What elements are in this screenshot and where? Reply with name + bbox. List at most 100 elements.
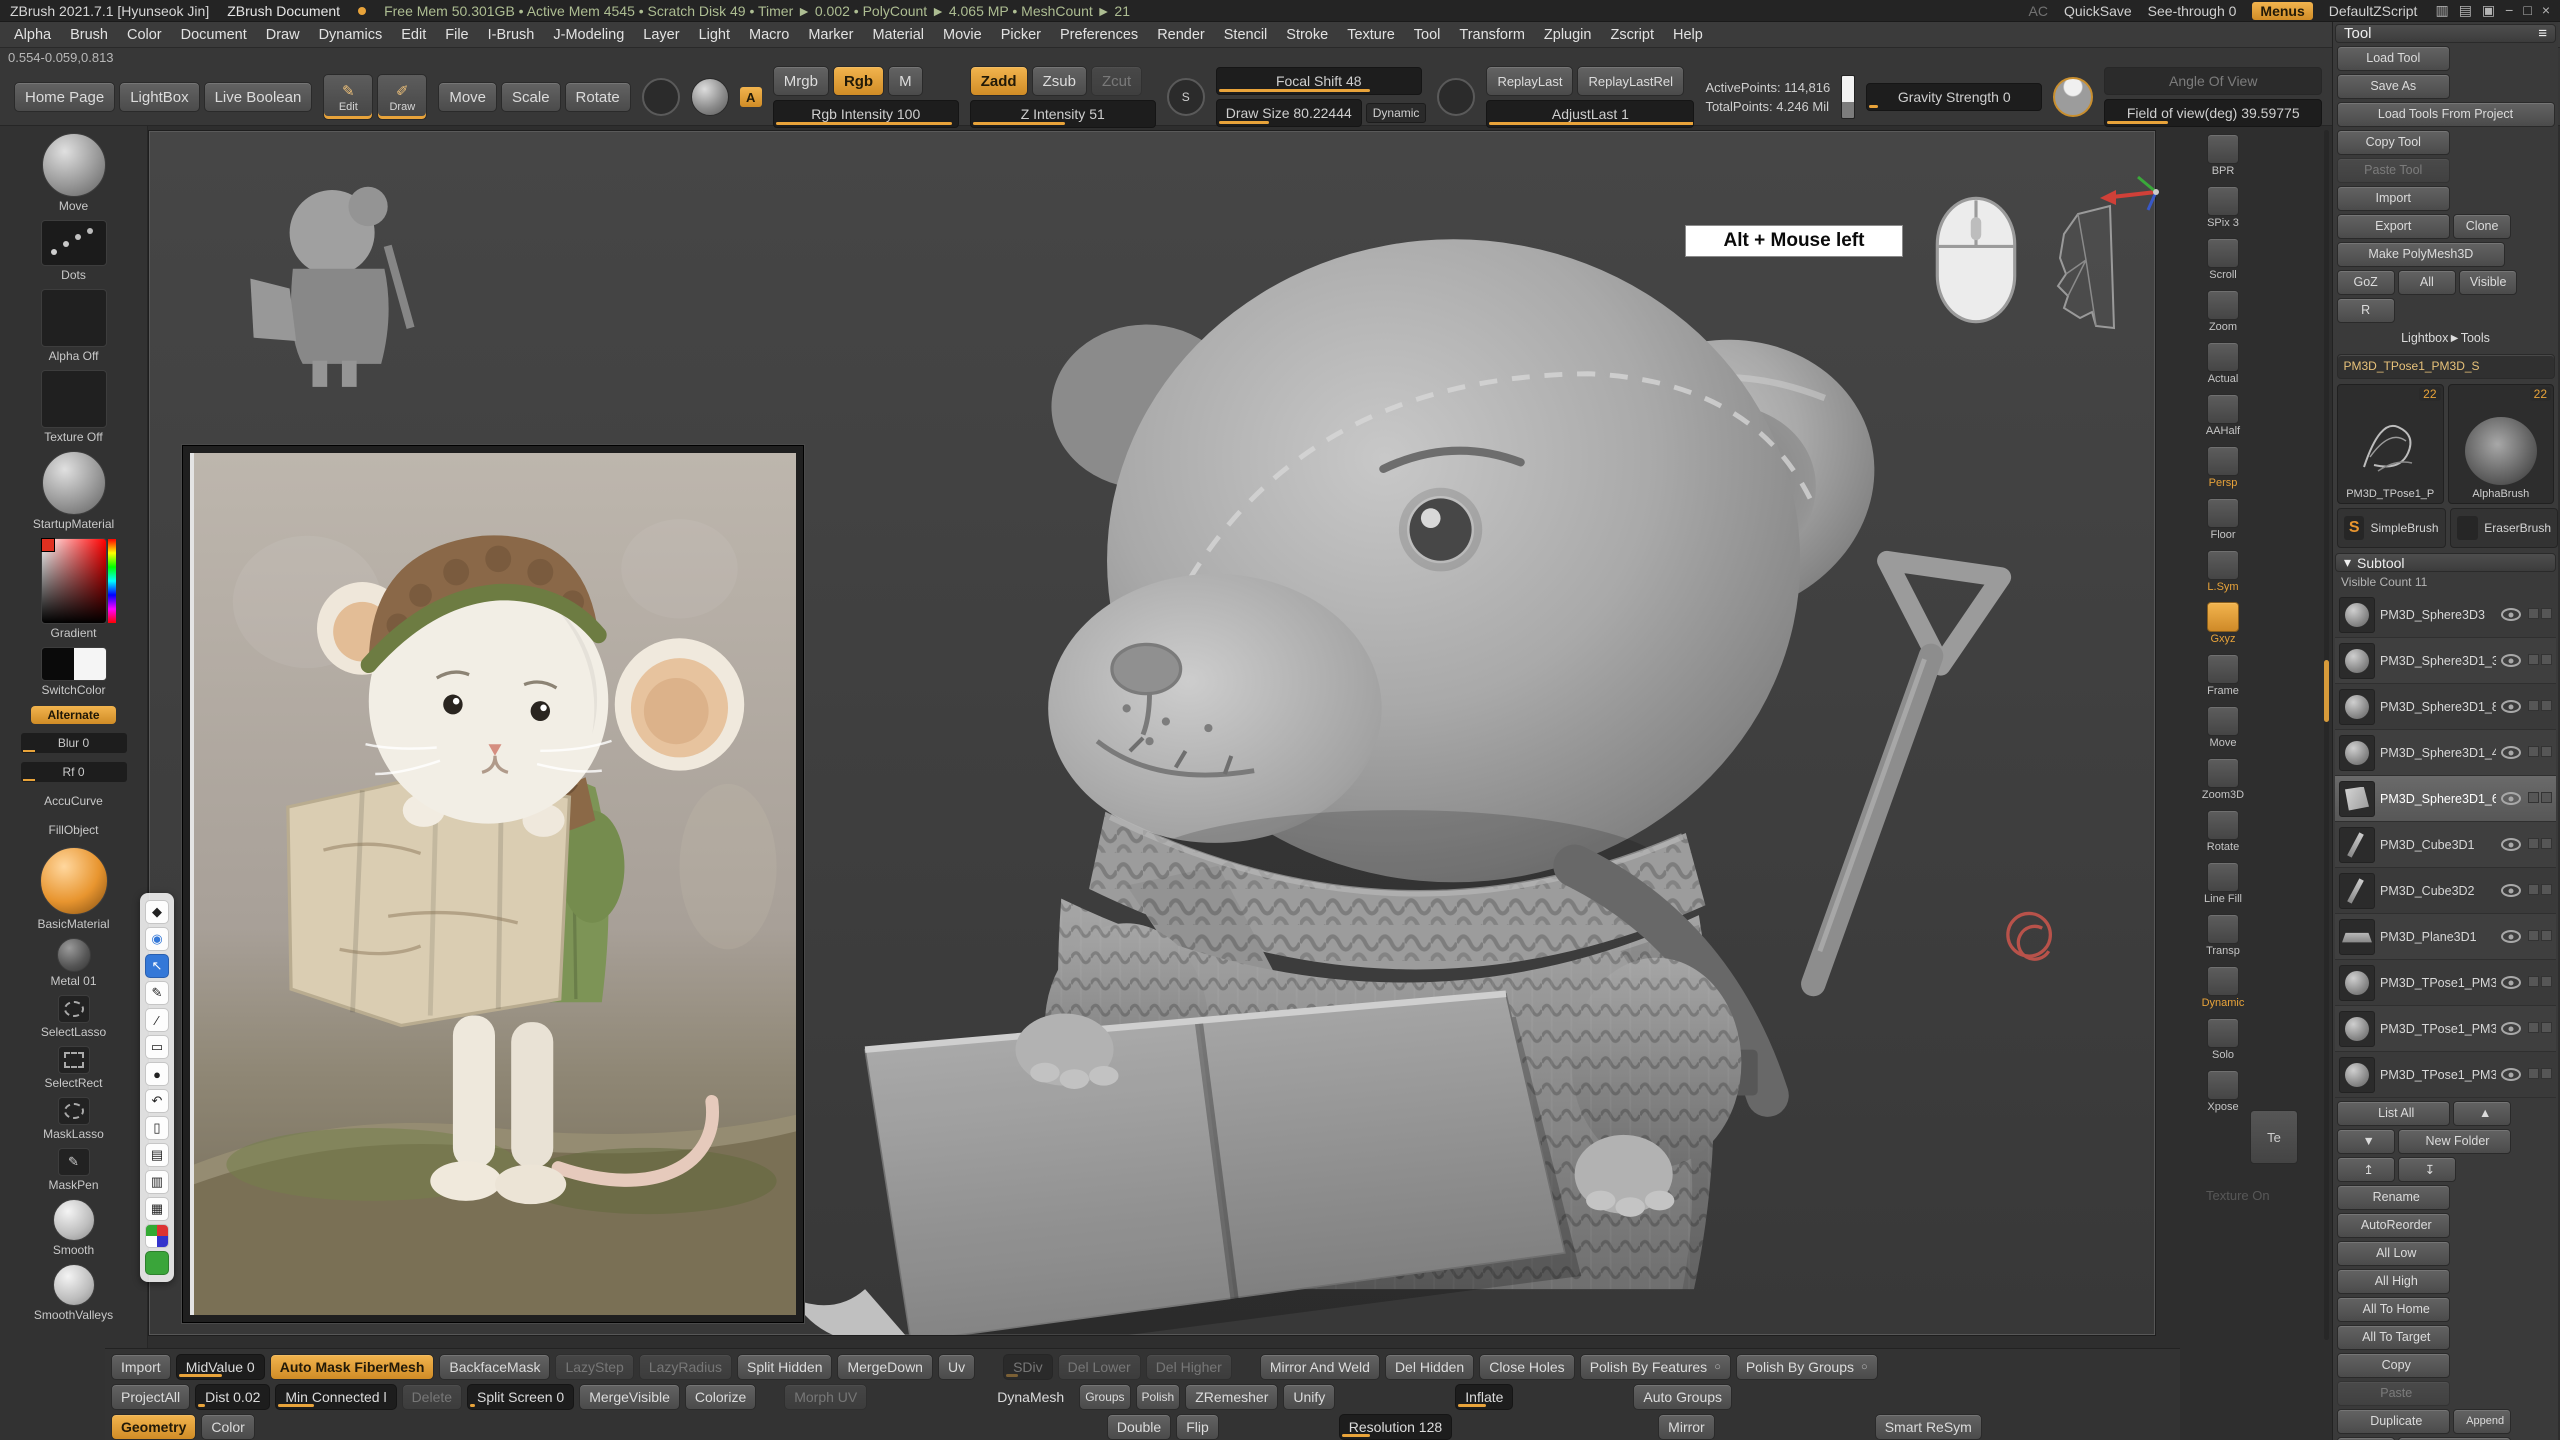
z-intensity-slider[interactable]: Z Intensity 51 (970, 100, 1156, 128)
subtool-thumbnail[interactable] (2339, 735, 2375, 771)
subtool-mini-icons[interactable] (2526, 928, 2552, 945)
maximize-icon[interactable]: □ (2523, 2, 2531, 19)
dynamic-toggle[interactable]: Dynamic (1366, 103, 1427, 123)
subtool-action-button[interactable]: ↥ (2337, 1157, 2395, 1182)
subtool-mini-icons[interactable] (2526, 698, 2552, 715)
draw-size-slider[interactable]: Draw Size 80.22444 (1216, 99, 1362, 127)
tool-palette-button[interactable]: GoZ (2337, 270, 2395, 295)
subtool-name[interactable]: PM3D_Cube3D2 (2380, 884, 2496, 898)
menu-item[interactable]: Edit (401, 27, 426, 43)
menu-item[interactable]: Transform (1459, 27, 1525, 43)
subtool-action-button[interactable]: ▼ (2337, 1129, 2395, 1154)
menu-item[interactable]: File (445, 27, 468, 43)
aahalf-button[interactable]: AAHalf (2206, 394, 2240, 437)
subtool-action-button[interactable]: Insert (2337, 1437, 2395, 1440)
subtool-name[interactable]: PM3D_TPose1_PM3D_Sphere3 (2380, 1022, 2496, 1036)
titlebar-button[interactable]: QuickSave (2064, 3, 2132, 19)
subtool-action-button[interactable]: Rename (2337, 1185, 2451, 1210)
left-shelf-item[interactable]: SelectLasso (0, 995, 147, 1039)
visibility-eye-icon[interactable] (2501, 700, 2521, 713)
board-icon[interactable]: ▥ (145, 1170, 169, 1194)
subtool-thumbnail[interactable] (2339, 873, 2375, 909)
left-shelf-item[interactable]: Smooth (0, 1199, 147, 1257)
quick-pick-brush[interactable]: S SimpleBrush (2337, 508, 2446, 548)
move-nav-button[interactable]: Move (2207, 706, 2239, 749)
scrollbar-thumb[interactable] (2324, 660, 2329, 722)
tray-button[interactable]: Delete (402, 1384, 462, 1410)
left-shelf-item[interactable]: Alternate (0, 704, 147, 724)
visibility-eye-icon[interactable] (2501, 654, 2521, 667)
left-shelf-item[interactable]: SelectRect (0, 1046, 147, 1090)
subtool-action-button[interactable]: All Low (2337, 1241, 2451, 1266)
menu-item[interactable]: Picker (1001, 27, 1041, 43)
tray-button[interactable]: Polish By Groups (1736, 1354, 1878, 1380)
tool-palette-button[interactable]: Lightbox►Tools (2337, 326, 2555, 351)
subtool-action-button[interactable]: All To Home (2337, 1297, 2451, 1322)
left-shelf-thumbnail[interactable] (42, 451, 106, 515)
tray-button[interactable]: Auto Mask FiberMesh (270, 1354, 435, 1380)
tool-palette-button[interactable]: All (2398, 270, 2456, 295)
tool-panel-scrollbar[interactable] (2324, 130, 2329, 1340)
menu-item[interactable]: Stroke (1286, 27, 1328, 43)
subtool-name[interactable]: PM3D_Sphere3D1_3 (2380, 654, 2496, 668)
tool-palette-button[interactable]: Export (2337, 214, 2451, 239)
menu-item[interactable]: Preferences (1060, 27, 1138, 43)
left-shelf-item[interactable]: SwitchColor (0, 647, 147, 697)
tray-button[interactable]: MergeVisible (579, 1384, 680, 1410)
subtool-action-button[interactable]: List All (2337, 1101, 2451, 1126)
active-tool-thumbnail[interactable]: 22 PM3D_TPose1_P (2337, 384, 2444, 504)
adjust-last-slider[interactable]: AdjustLast 1 (1486, 100, 1694, 128)
tray-button[interactable]: Uv (938, 1354, 975, 1380)
replay-button[interactable]: ReplayLastRel (1577, 66, 1684, 96)
mode-toggle-button[interactable]: ✎ Edit (323, 74, 373, 120)
tray-button[interactable]: BackfaceMask (439, 1354, 550, 1380)
scroll-button[interactable]: Scroll (2207, 238, 2239, 281)
tray-button[interactable]: Double (1107, 1414, 1171, 1440)
visibility-eye-icon[interactable] (2501, 608, 2521, 621)
collapsed-texture-palette-tab[interactable]: Te (2250, 1110, 2298, 1164)
left-shelf-item[interactable]: Alpha Off (0, 289, 147, 363)
left-shelf-item[interactable]: Blur 0 (0, 731, 147, 753)
tray-button[interactable]: Resolution 128 (1339, 1414, 1452, 1440)
mode-toggle-button[interactable]: ✐ Draw (377, 74, 427, 120)
tray-button[interactable]: DynaMesh (987, 1384, 1074, 1410)
left-shelf-item[interactable]: Gradient (0, 538, 147, 640)
actual-button[interactable]: Actual (2207, 342, 2239, 385)
subtool-mini-icons[interactable] (2526, 790, 2552, 807)
left-shelf-thumbnail[interactable] (58, 1097, 90, 1125)
subtool-name[interactable]: PM3D_Sphere3D1_8 (2380, 700, 2496, 714)
subtool-thumbnail[interactable] (2339, 597, 2375, 633)
close-icon[interactable]: × (2542, 2, 2550, 19)
tray-button[interactable]: ProjectAll (111, 1384, 190, 1410)
tray-button[interactable]: Split Screen 0 (467, 1384, 574, 1410)
menu-item[interactable]: Tool (1414, 27, 1441, 43)
left-shelf-item[interactable]: Metal 01 (0, 938, 147, 988)
left-shelf-thumbnail[interactable] (53, 1264, 95, 1306)
transform-button[interactable]: Scale (501, 82, 561, 112)
dot-icon[interactable]: ● (145, 1062, 169, 1086)
tray-button[interactable]: Color (201, 1414, 254, 1440)
alpha-brush-thumbnail[interactable]: 22 AlphaBrush (2448, 384, 2555, 504)
subtool-row[interactable]: PM3D_TPose1_PM3D_Sphere3 (2335, 1006, 2556, 1052)
xpose-button[interactable]: Xpose (2207, 1070, 2239, 1113)
tray-button[interactable]: SDiv (1003, 1354, 1053, 1380)
local-symmetry-button[interactable]: L.Sym (2207, 550, 2239, 593)
subtool-name[interactable]: PM3D_TPose1_PM3D_Sphere3 (2380, 1068, 2496, 1082)
menu-item[interactable]: Color (127, 27, 162, 43)
subtool-name[interactable]: PM3D_TPose1_PM3D_Sphere3 (2380, 976, 2496, 990)
tray-button[interactable]: Del Higher (1146, 1354, 1232, 1380)
tool-palette-button[interactable]: Import (2337, 186, 2451, 211)
left-shelf-item[interactable]: AccuCurve (0, 789, 147, 811)
subtool-row[interactable]: PM3D_TPose1_PM3D_Sphere3 (2335, 1052, 2556, 1098)
field-of-view-slider[interactable]: Field of view(deg) 39.59775 (2104, 99, 2322, 127)
tray-button[interactable]: Geometry (111, 1414, 196, 1440)
subtool-row[interactable]: PM3D_Sphere3D1_6 (2335, 776, 2556, 822)
tray-button[interactable]: Mirror (1658, 1414, 1715, 1440)
titlebar-button[interactable]: AC (2029, 3, 2048, 19)
subtool-mini-icons[interactable] (2526, 882, 2552, 899)
print-icon[interactable]: ▤ (145, 1143, 169, 1167)
left-shelf-thumbnail[interactable] (42, 133, 106, 197)
minimize-icon[interactable]: − (2505, 2, 2513, 19)
visibility-eye-icon[interactable] (2501, 838, 2521, 851)
shelf-nav-button[interactable]: Home Page (14, 82, 115, 112)
